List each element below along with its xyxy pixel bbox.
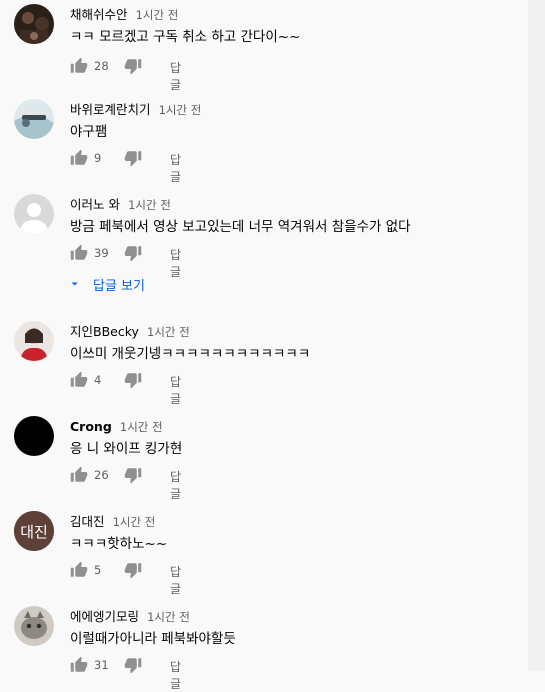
timestamp[interactable]: 1시간 전 (159, 103, 202, 117)
like-count: 26 (94, 468, 109, 482)
timestamp[interactable]: 1시간 전 (147, 325, 190, 339)
avatar[interactable] (14, 416, 54, 456)
reply-button[interactable]: 답글 (170, 563, 181, 597)
view-replies-label: 답글 보기 (93, 279, 145, 294)
comment-item: 채해쉬수안 1시간 전 ㅋㅋ 모르겠고 구독 취소 하고 간다이~~ 28 답글 (0, 0, 528, 92)
comment-item: 지인BBecky 1시간 전 이쓰미 개웃기넹ㅋㅋㅋㅋㅋㅋㅋㅋㅋㅋㅋㅋ 4 답글 (0, 317, 528, 406)
comment-meta: 에에엥기모링 1시간 전 (70, 606, 190, 625)
thumb-down-icon[interactable] (124, 371, 142, 389)
thumb-down-icon[interactable] (124, 149, 142, 167)
reply-button[interactable]: 답글 (170, 658, 181, 692)
like-count: 31 (94, 658, 109, 672)
comment-meta: 이러노 와 1시간 전 (70, 194, 171, 213)
author-name[interactable]: 채해쉬수안 (70, 7, 128, 22)
author-name[interactable]: 에에엥기모링 (70, 609, 139, 624)
timestamp[interactable]: 1시간 전 (136, 8, 179, 22)
author-name[interactable]: 지인BBecky (70, 324, 139, 339)
scrollbar-track[interactable] (528, 0, 545, 671)
reply-button[interactable]: 답글 (170, 246, 181, 280)
timestamp[interactable]: 1시간 전 (128, 198, 171, 212)
thumb-down-icon[interactable] (124, 57, 142, 75)
comment-text: 야구팸 (70, 124, 108, 140)
thumb-up-icon[interactable] (70, 57, 88, 75)
author-name[interactable]: 김대진 (70, 514, 105, 529)
comment-item: 바위로계란치기 1시간 전 야구팸 9 답글 (0, 95, 528, 184)
avatar[interactable] (14, 4, 54, 44)
reply-button[interactable]: 답글 (170, 151, 181, 185)
comment-text: 이럴때가아니라 페북봐야할듯 (70, 631, 236, 647)
thumb-down-icon[interactable] (124, 466, 142, 484)
author-name[interactable]: 이러노 와 (70, 197, 120, 212)
avatar[interactable] (14, 321, 54, 361)
author-name[interactable]: Crong (70, 419, 112, 434)
like-count: 39 (94, 246, 109, 260)
comments-panel: 채해쉬수안 1시간 전 ㅋㅋ 모르겠고 구독 취소 하고 간다이~~ 28 답글… (0, 0, 528, 691)
comment-meta: 지인BBecky 1시간 전 (70, 321, 190, 340)
timestamp[interactable]: 1시간 전 (147, 610, 190, 624)
thumb-down-icon[interactable] (124, 244, 142, 262)
comment-text: 방금 페북에서 영상 보고있는데 너무 역겨워서 참을수가 없다 (70, 219, 411, 235)
thumb-down-icon[interactable] (124, 656, 142, 674)
like-count: 4 (94, 373, 102, 387)
thumb-up-icon[interactable] (70, 561, 88, 579)
comment-text: ㅋㅋㅋ핫하노~~ (70, 536, 168, 552)
avatar-initials: 대진 (20, 523, 48, 541)
comment-item: Crong 1시간 전 응 니 와이프 킹가현 26 답글 (0, 412, 528, 501)
reply-button[interactable]: 답글 (170, 59, 181, 93)
reply-button[interactable]: 답글 (170, 468, 181, 502)
thumb-up-icon[interactable] (70, 244, 88, 262)
comment-text: ㅋㅋ 모르겠고 구독 취소 하고 간다이~~ (70, 29, 301, 45)
chevron-down-icon (68, 278, 80, 290)
avatar[interactable] (14, 194, 54, 234)
reply-button[interactable]: 답글 (170, 373, 181, 407)
comment-item: 에에엥기모링 1시간 전 이럴때가아니라 페북봐야할듯 31 답글 (0, 602, 528, 691)
comment-item: 대진 김대진 1시간 전 ㅋㅋㅋ핫하노~~ 5 답글 (0, 507, 528, 596)
comment-item: 이러노 와 1시간 전 방금 페북에서 영상 보고있는데 너무 역겨워서 참을수… (0, 190, 528, 279)
comment-meta: 채해쉬수안 1시간 전 (70, 4, 178, 23)
thumb-up-icon[interactable] (70, 656, 88, 674)
comment-text: 응 니 와이프 킹가현 (70, 441, 183, 457)
avatar[interactable] (14, 606, 54, 646)
comment-meta: Crong 1시간 전 (70, 416, 163, 435)
avatar[interactable]: 대진 (14, 511, 54, 551)
timestamp[interactable]: 1시간 전 (113, 515, 156, 529)
thumb-up-icon[interactable] (70, 371, 88, 389)
like-count: 28 (94, 59, 109, 73)
thumb-up-icon[interactable] (70, 466, 88, 484)
author-name[interactable]: 바위로계란치기 (70, 102, 151, 117)
timestamp[interactable]: 1시간 전 (120, 420, 163, 434)
avatar[interactable] (14, 99, 54, 139)
comment-meta: 김대진 1시간 전 (70, 511, 155, 530)
thumb-down-icon[interactable] (124, 561, 142, 579)
like-count: 5 (94, 563, 102, 577)
thumb-up-icon[interactable] (70, 149, 88, 167)
comment-meta: 바위로계란치기 1시간 전 (70, 99, 201, 118)
comment-text: 이쓰미 개웃기넹ㅋㅋㅋㅋㅋㅋㅋㅋㅋㅋㅋㅋ (70, 346, 311, 362)
like-count: 9 (94, 151, 102, 165)
